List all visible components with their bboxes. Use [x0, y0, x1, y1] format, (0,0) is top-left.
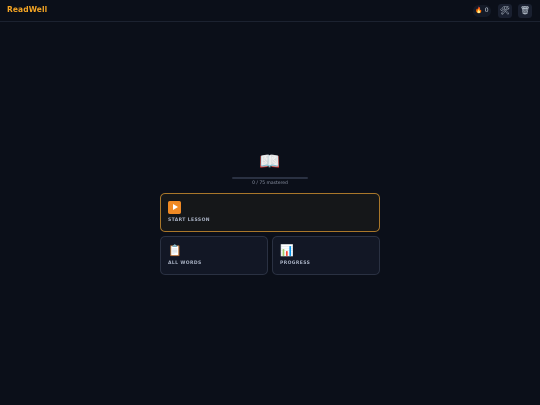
- top-bar: ReadWell 🔥 0 🛠 🗑: [0, 0, 540, 22]
- bar-chart-icon: 📊: [280, 244, 294, 257]
- progress-button[interactable]: 📊 PROGRESS: [272, 236, 380, 275]
- streak-badge: 🔥 0: [473, 5, 491, 17]
- mastery-progress-bar: [232, 177, 308, 179]
- trash-button[interactable]: 🗑: [518, 4, 532, 18]
- mastery-text: 0 / 75 mastered: [252, 181, 288, 186]
- play-icon: [168, 201, 182, 215]
- streak-count: 0: [484, 7, 489, 14]
- app-title: ReadWell: [7, 5, 48, 14]
- book-icon: 📖: [259, 152, 281, 172]
- all-words-label: ALL WORDS: [168, 261, 202, 266]
- flame-icon: 🔥: [475, 7, 483, 14]
- hammer-wrench-icon: 🛠: [499, 6, 511, 15]
- clipboard-icon: 📋: [168, 244, 182, 257]
- progress-label: PROGRESS: [280, 261, 311, 266]
- all-words-button[interactable]: 📋 ALL WORDS: [160, 236, 268, 275]
- tools-button[interactable]: 🛠: [498, 4, 512, 18]
- start-lesson-button[interactable]: START LESSON: [160, 193, 380, 232]
- trash-icon: 🗑: [519, 6, 531, 15]
- start-lesson-label: START LESSON: [168, 218, 210, 223]
